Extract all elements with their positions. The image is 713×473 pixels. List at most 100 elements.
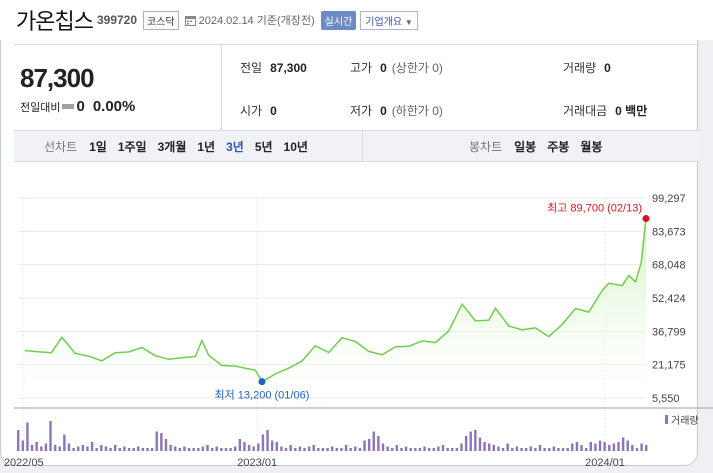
y-tick-label: 99,297	[652, 193, 686, 205]
period-1[interactable]: 1주일	[118, 138, 147, 155]
high-marker	[642, 214, 650, 222]
volume-bar	[561, 448, 565, 451]
change-row: 전일대비 0 0.00%	[20, 98, 135, 115]
volume-bar	[289, 445, 292, 451]
volume-bar	[30, 445, 34, 451]
volume-bar	[391, 448, 394, 451]
volume-bar	[423, 446, 426, 451]
y-tick-label: 52,424	[652, 293, 686, 305]
volume-bar	[589, 442, 592, 451]
volume-bar	[594, 443, 597, 451]
high-annotation: 최고 89,700 (02/13)	[547, 201, 642, 214]
prev-close: 전일 87,300	[240, 59, 307, 76]
volume-bar	[266, 430, 269, 451]
volume-bar	[137, 446, 140, 451]
period-6[interactable]: 10년	[284, 138, 308, 155]
volume-bar	[497, 446, 500, 451]
volume-bar	[446, 448, 449, 451]
volume-bar	[127, 448, 131, 451]
volume-bar	[224, 448, 228, 451]
volume-bar	[86, 446, 89, 451]
volume-bar	[464, 436, 468, 451]
volume-bar	[645, 445, 648, 451]
volume-bar	[109, 448, 112, 451]
volume-legend: 거래량	[665, 412, 699, 427]
volume-bar	[377, 436, 380, 451]
period-5[interactable]: 5년	[255, 138, 273, 155]
volume-bar	[400, 448, 403, 451]
period-3[interactable]: 1년	[197, 138, 215, 155]
volume-value: 0	[604, 60, 611, 75]
volume-bar	[571, 443, 574, 451]
volume-bar	[58, 446, 61, 451]
volume-bar	[321, 448, 325, 451]
volume-bar	[294, 448, 297, 451]
period-2[interactable]: 3개월	[158, 138, 187, 155]
volume-bar	[621, 437, 625, 451]
volume-bar	[164, 439, 168, 451]
volume-bar	[178, 448, 182, 451]
price-area	[24, 218, 646, 398]
period-0[interactable]: 1일	[89, 138, 107, 155]
y-tick-label: 83,673	[652, 226, 686, 238]
volume-bar	[63, 434, 66, 451]
volume-bar	[243, 442, 246, 451]
prev-close-value: 87,300	[270, 60, 307, 75]
company-info-button[interactable]: 기업개요 ▼	[360, 10, 418, 30]
upper-limit: (상한가 0)	[391, 61, 443, 75]
volume-bar	[104, 446, 108, 451]
volume-bar	[584, 448, 588, 451]
volume-bar	[381, 443, 385, 451]
volume-bar	[206, 445, 209, 451]
volume-bar	[534, 448, 537, 451]
volume-bar	[49, 421, 52, 451]
volume-bar	[557, 448, 560, 451]
low-label: 저가	[350, 104, 373, 118]
y-tick-label: 21,175	[652, 360, 686, 372]
volume-bar	[141, 448, 145, 451]
volume-label: 거래량	[563, 61, 597, 75]
volume-bar	[81, 445, 85, 451]
volume-bar	[608, 445, 611, 451]
market-tag: 코스닥	[143, 10, 179, 30]
volume-bar	[215, 446, 218, 451]
price-chart-svg: 최고 89,700 (02/13) 최저 13,200 (01/06) 99,29…	[4, 193, 713, 469]
price-chart: 최고 89,700 (02/13) 최저 13,200 (01/06) 99,29…	[0, 162, 713, 473]
volume-bar	[469, 431, 472, 451]
y-tick-label: 36,799	[652, 326, 686, 338]
volume-bar	[566, 448, 569, 451]
volume-bar	[488, 443, 491, 451]
volume-bar	[543, 448, 546, 451]
volume-bar	[340, 448, 343, 451]
volume-bar	[238, 439, 242, 451]
volume-bar	[113, 445, 117, 451]
trade-amount: 거래대금 0 백만	[563, 102, 647, 119]
change-percent: 0.00%	[92, 98, 136, 115]
high-price: 고가 0 (상한가 0)	[350, 59, 443, 76]
volume-bar	[418, 448, 422, 451]
volume-bar	[252, 446, 255, 451]
company-info-label: 기업개요	[365, 16, 403, 28]
volume-bar	[280, 446, 283, 451]
volume-bar	[35, 442, 38, 451]
volume-bar	[363, 440, 366, 451]
period-4[interactable]: 3년	[226, 138, 244, 155]
change-value: 0	[76, 98, 85, 115]
volume-bar	[483, 442, 486, 451]
volume-bar	[331, 446, 334, 451]
candle-period-2[interactable]: 월봉	[580, 138, 602, 155]
live-button[interactable]: 실시간	[320, 10, 357, 30]
change-label: 전일대비	[20, 101, 61, 114]
volume-bar	[17, 430, 20, 451]
volume-bar	[275, 442, 278, 451]
line-chart-periods: 선차트 1일 1주일 3개월 1년 3년 5년 10년	[14, 131, 363, 161]
flat-icon	[62, 104, 75, 109]
candle-period-1[interactable]: 주봉	[547, 138, 569, 155]
candle-period-0[interactable]: 일봉	[514, 138, 536, 155]
volume-bar	[335, 448, 339, 451]
volume-bar	[598, 440, 602, 451]
volume-bar	[220, 448, 223, 451]
volume-bar	[548, 448, 551, 451]
volume-bar	[367, 439, 371, 451]
volume-bar	[372, 431, 375, 451]
